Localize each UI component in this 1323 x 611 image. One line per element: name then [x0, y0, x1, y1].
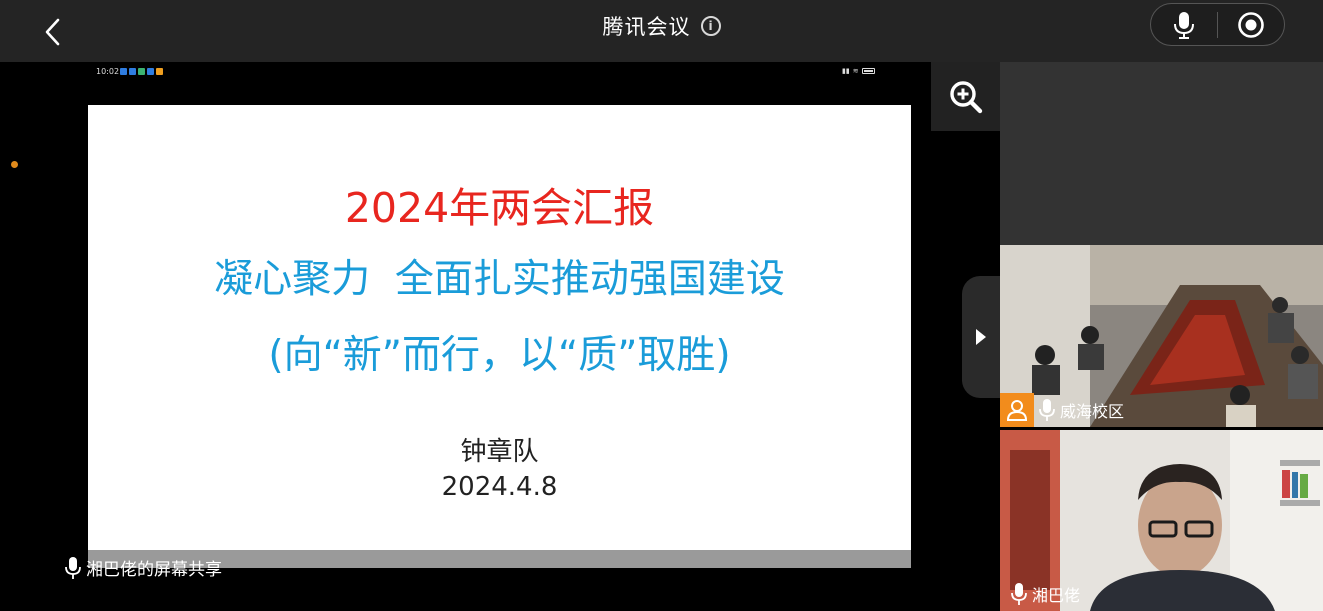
slide-title: 2024年两会汇报 — [344, 184, 655, 232]
zoom-in-icon — [949, 80, 982, 113]
record-button[interactable] — [1218, 4, 1284, 45]
microphone-icon — [1174, 11, 1194, 39]
presentation-slide: 2024年两会汇报 凝心聚力 全面扎实推动强国建设 (向“新”而行，以“质”取胜… — [88, 105, 911, 567]
recording-indicator-dot — [11, 161, 18, 168]
wifi-icon: ≋ — [852, 67, 859, 75]
participant-tile-video[interactable]: 湘巴佬 — [1000, 430, 1323, 611]
slide-subtitle: 凝心聚力 全面扎实推动强国建设 — [214, 257, 785, 302]
control-pill — [1150, 3, 1285, 46]
side-panel-empty — [1000, 62, 1323, 245]
device-status-icons: ▮▮ ≋ — [842, 67, 875, 75]
participant-label: 威海校区 — [1000, 393, 1124, 427]
zoom-in-button[interactable] — [931, 62, 1000, 131]
meeting-title: 腾讯会议 — [602, 15, 691, 39]
app-icon — [129, 68, 136, 75]
device-time: 10:02 — [96, 67, 120, 76]
app-icon — [120, 68, 127, 75]
participant-tile-video[interactable]: 威海校区 — [1000, 245, 1323, 427]
back-button[interactable] — [34, 14, 72, 50]
microphone-icon — [1039, 399, 1055, 421]
avatar-icon — [1006, 400, 1028, 421]
microphone-icon — [1011, 583, 1027, 605]
app-icon — [147, 68, 154, 75]
participant-label: 湘巴佬 — [1010, 577, 1080, 611]
chevron-right-icon — [976, 329, 986, 345]
screen-share-label: 湘巴佬的屏幕共享 — [64, 555, 222, 580]
app-icon — [156, 68, 163, 75]
back-icon — [45, 18, 60, 46]
participant-name: 湘巴佬 — [1032, 586, 1081, 605]
slide-subtitle-2: (向“新”而行，以“质”取胜) — [268, 333, 731, 378]
signal-icon: ▮▮ — [842, 67, 850, 75]
record-icon — [1238, 11, 1264, 38]
collapse-panel-button[interactable] — [962, 276, 1000, 398]
slide-author: 钟章队 — [460, 437, 539, 467]
avatar — [1000, 393, 1034, 427]
share-label-text: 湘巴佬的屏幕共享 — [86, 560, 222, 580]
battery-icon — [861, 68, 875, 74]
device-app-icons — [120, 68, 163, 75]
info-icon[interactable]: i — [700, 16, 721, 36]
microphone-button[interactable] — [1151, 4, 1217, 45]
app-icon — [138, 68, 145, 75]
participant-name: 威海校区 — [1060, 402, 1125, 421]
top-bar: 腾讯会议 i — [0, 0, 1323, 62]
slide-date: 2024.4.8 — [441, 472, 558, 502]
microphone-icon — [65, 556, 81, 579]
screen-share-area: 10:02 ▮▮ ≋ 2024年两会汇报 凝心聚力 全面扎实推动强国建设 (向“… — [0, 62, 1000, 611]
